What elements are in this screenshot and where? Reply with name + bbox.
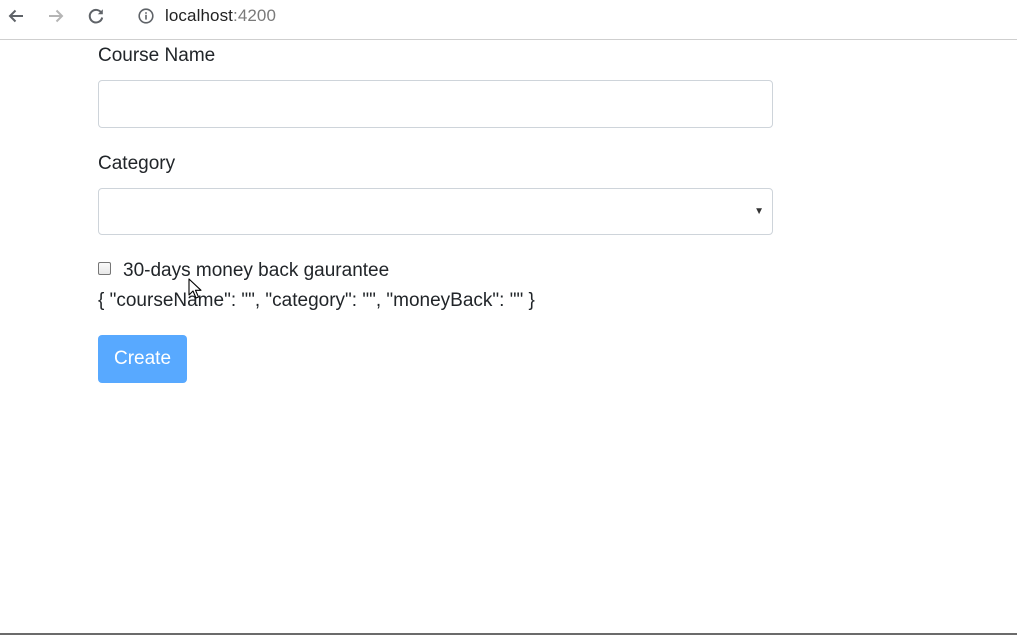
- forward-arrow-icon: [49, 9, 64, 23]
- reload-button[interactable]: [84, 4, 108, 28]
- url-port: :4200: [233, 6, 277, 25]
- create-button[interactable]: Create: [98, 335, 187, 383]
- category-select[interactable]: ▼: [98, 188, 773, 235]
- info-icon[interactable]: [138, 8, 154, 24]
- course-name-label: Course Name: [98, 45, 216, 66]
- money-back-checkbox[interactable]: [98, 261, 111, 275]
- dropdown-arrow-icon: ▼: [754, 206, 764, 217]
- money-back-row[interactable]: 30-days money back gaurantee: [98, 260, 389, 282]
- category-label: Category: [98, 153, 176, 174]
- url-host: localhost: [165, 6, 233, 25]
- mouse-cursor-icon: [188, 278, 202, 299]
- forward-button[interactable]: [44, 4, 68, 28]
- reload-icon: [88, 8, 104, 24]
- form-json-output: { "courseName": "", "category": "", "mon…: [98, 290, 535, 311]
- course-name-input[interactable]: [98, 80, 773, 128]
- back-button[interactable]: [4, 4, 28, 28]
- back-arrow-icon: [8, 9, 23, 23]
- money-back-label[interactable]: 30-days money back gaurantee: [123, 260, 389, 282]
- url-text[interactable]: localhost:4200: [165, 6, 276, 26]
- browser-toolbar: localhost:4200: [0, 0, 1017, 40]
- address-bar[interactable]: localhost:4200: [138, 5, 276, 27]
